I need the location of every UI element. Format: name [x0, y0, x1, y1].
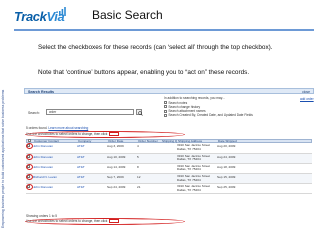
cell-order-date: Aug 14, 2009 [107, 164, 126, 169]
table-body: John Donovan AT&T Aug 3, 2009 4 3910 San Jac… [26, 143, 312, 195]
search-options: In addition to searching records, you ma… [164, 96, 284, 117]
side-strip: Empowering business people to build cust… [0, 0, 10, 240]
search-button[interactable] [136, 109, 143, 116]
cell-customer: John Donovan [32, 144, 76, 148]
results-table: Customer Contact Company Order Date Orde… [26, 139, 312, 195]
results-count: 5 orders found. Learn more about searchi… [26, 126, 89, 130]
company-link[interactable]: AT&T [76, 185, 106, 189]
cell-order-date: Aug 10, 2009 [107, 154, 126, 159]
customer-link[interactable]: John Donovan [33, 155, 53, 159]
logo-bars-icon [59, 7, 66, 16]
cell-order-number: 21 [137, 185, 141, 190]
close-link[interactable]: close [302, 90, 310, 94]
slide-title: Basic Search [92, 8, 163, 22]
cell-order-number: 5 [137, 154, 139, 159]
cell-order-date: Aug 3, 2009 [107, 144, 124, 149]
company-link[interactable]: AT&T [76, 165, 106, 169]
company-link[interactable]: AT&T [76, 155, 106, 159]
cell-date-shipped: Sep 15, 2009 [217, 174, 236, 179]
highlight-oval-checkbox [26, 153, 33, 160]
options-heading: In addition to searching records, you ma… [164, 96, 225, 100]
add-order-link[interactable]: add order [300, 97, 314, 101]
table-row: John Donovan AT&T Aug 10, 2009 5 3910 San Ja… [26, 153, 312, 164]
table-row: John Donovan AT&T Sep 24, 2009 21 3910 San J… [26, 184, 312, 195]
highlight-oval-bottom [25, 218, 185, 225]
paging-info: Showing orders 1 to 5 [26, 214, 58, 218]
checkbox[interactable] [164, 105, 167, 109]
customer-link[interactable]: Richard N. Levan [33, 175, 57, 179]
cell-date-shipped: Aug 18, 2009 [217, 164, 236, 169]
title-divider [14, 29, 314, 31]
cell-shipping-address: 3910 San Jacinto Street Dallas, TX 75204 [177, 164, 211, 172]
cell-date-shipped: Sep 25, 2009 [217, 185, 236, 190]
table-row: John Donovan AT&T Aug 3, 2009 4 3910 San Jac… [26, 143, 312, 154]
search-label: Search: [28, 111, 40, 115]
cell-customer: John Donovan [32, 155, 76, 159]
learn-more-link[interactable]: Learn more about searching [48, 126, 88, 130]
option-search-created[interactable]: Search Created By, Created Date, and Upd… [164, 113, 284, 117]
cell-date-shipped: Aug 20, 2009 [217, 144, 236, 149]
checkbox[interactable] [164, 109, 167, 113]
cell-customer: Richard N. Levan [32, 175, 76, 179]
panel-header: Search Results close [24, 88, 314, 94]
trackvia-logo: Track Via [14, 6, 66, 24]
cell-shipping-address: 3910 San Jacinto Street Dallas, TX 75204 [177, 154, 211, 162]
cell-order-date: Sep 7, 2009 [107, 174, 124, 179]
cell-order-number: 12 [137, 174, 141, 179]
highlight-oval-checkbox [26, 163, 33, 170]
cell-shipping-address: 3910 San Jacinto Street Dallas, TX 75204 [177, 174, 211, 182]
highlight-oval-checkbox [26, 173, 33, 180]
instruction-select: Select the checkboxes for these records … [38, 44, 273, 51]
customer-link[interactable]: John Donovan [33, 165, 53, 169]
cell-order-date: Sep 24, 2009 [107, 185, 126, 190]
select-all-checkbox[interactable] [28, 139, 31, 143]
company-link[interactable]: AT&T [76, 175, 106, 179]
highlight-oval-top [25, 131, 185, 138]
checkbox[interactable] [164, 101, 167, 105]
side-tagline: Empowering business people to build cust… [1, 89, 5, 228]
highlight-oval-checkbox [26, 143, 33, 150]
company-link[interactable]: AT&T [76, 144, 106, 148]
panel-title: Search Results [28, 90, 54, 94]
search-results-panel: Search Results close add order Search: I… [24, 88, 314, 234]
logo-text-track: Track [14, 9, 47, 24]
search-input[interactable] [46, 109, 134, 115]
cell-shipping-address: 3910 San Jacinto Street Dallas, TX 75204 [177, 185, 211, 192]
cell-order-number: 8 [137, 164, 139, 169]
cell-date-shipped: Aug 24, 2009 [217, 154, 236, 159]
cell-order-number: 4 [137, 144, 139, 149]
instruction-continue: Note that ‘continue’ buttons appear, ena… [38, 69, 250, 76]
checkbox[interactable] [164, 113, 167, 117]
cell-customer: John Donovan [32, 165, 76, 169]
highlight-oval-checkbox [26, 184, 33, 191]
customer-link[interactable]: John Donovan [33, 144, 53, 148]
cell-customer: John Donovan [32, 185, 76, 189]
cell-shipping-address: 3910 San Jacinto Street Dallas, TX 75204 [177, 144, 211, 151]
table-row: Richard N. Levan AT&T Sep 7, 2009 12 3910 Sa… [26, 173, 312, 185]
customer-link[interactable]: John Donovan [33, 185, 53, 189]
table-row: John Donovan AT&T Aug 14, 2009 8 3910 San Ja… [26, 163, 312, 174]
search-icon [137, 110, 143, 116]
